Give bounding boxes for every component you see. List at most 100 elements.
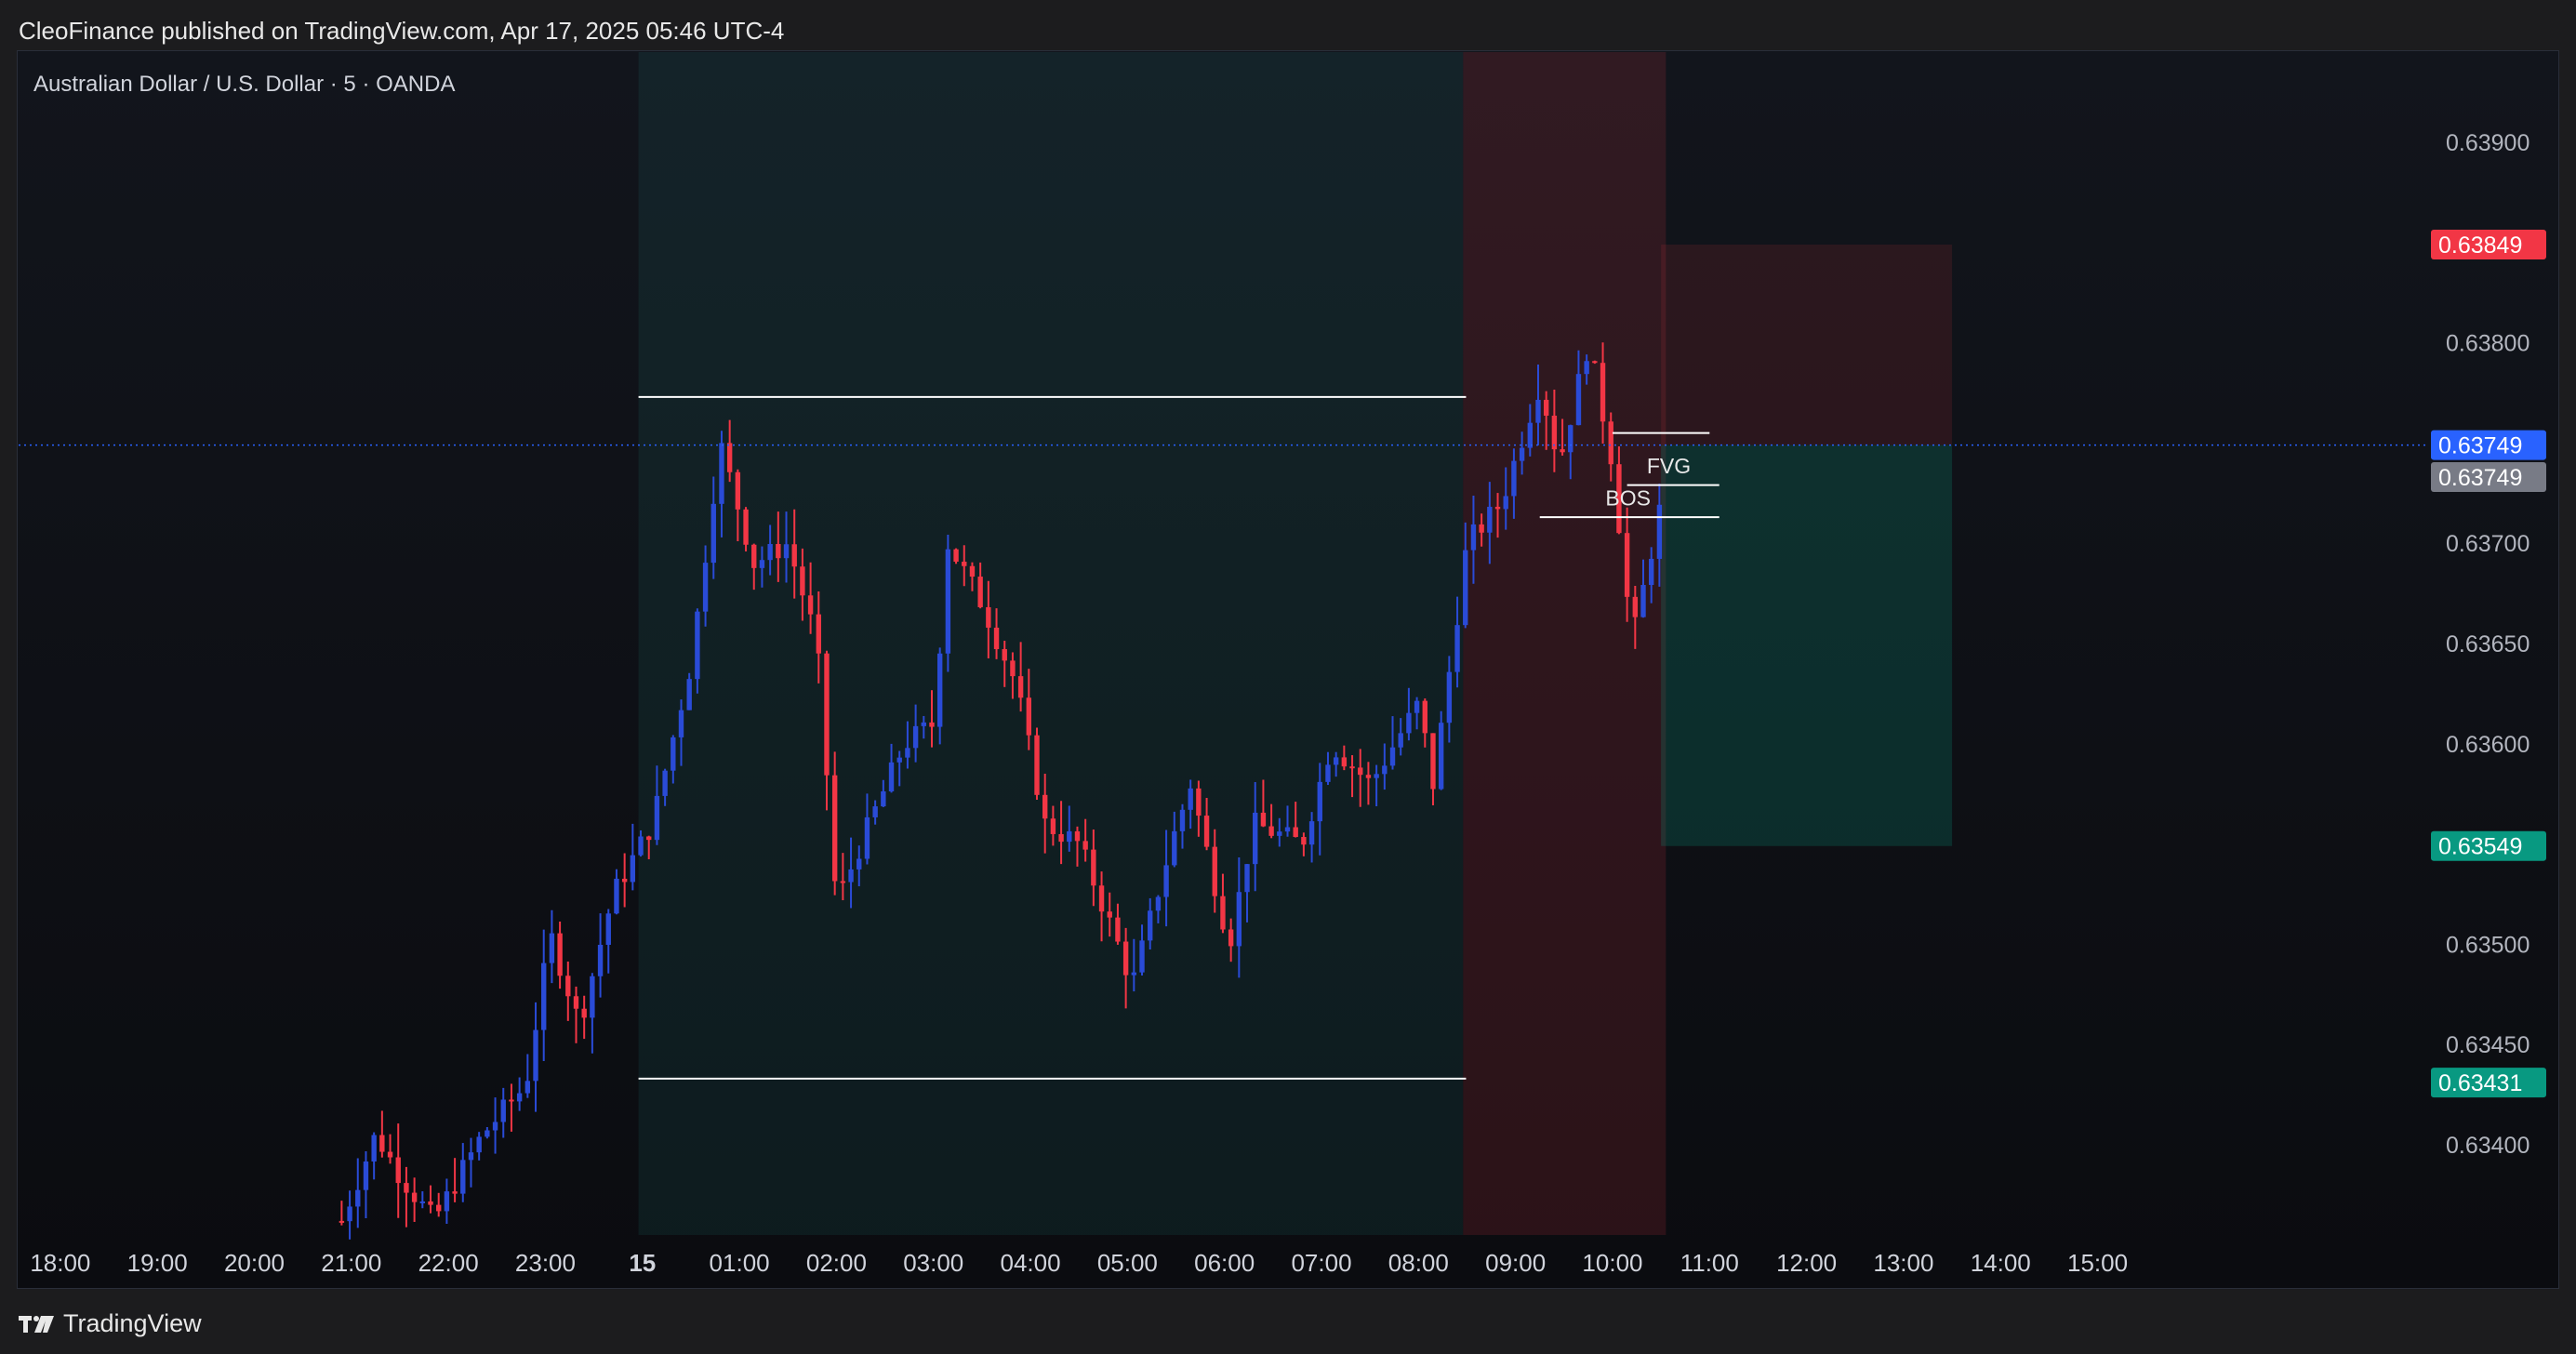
candle-body[interactable] <box>1608 421 1613 465</box>
candle-body[interactable] <box>646 836 652 841</box>
candle-body[interactable] <box>953 549 959 562</box>
candle-body[interactable] <box>1131 972 1137 976</box>
candle-body[interactable] <box>929 722 935 727</box>
candle-body[interactable] <box>1543 399 1549 416</box>
candle-body[interactable] <box>492 1122 498 1131</box>
candle-body[interactable] <box>969 565 976 577</box>
candle-body[interactable] <box>993 627 1000 650</box>
candle-body[interactable] <box>1382 765 1388 775</box>
position-target-zone[interactable] <box>1661 445 1953 846</box>
candle-body[interactable] <box>1640 585 1646 617</box>
candle-body[interactable] <box>912 725 919 749</box>
candle-body[interactable] <box>1155 896 1162 911</box>
candle-body[interactable] <box>363 1161 369 1190</box>
candle-body[interactable] <box>759 560 765 568</box>
candle-body[interactable] <box>379 1135 385 1152</box>
candle-body[interactable] <box>1535 399 1541 423</box>
candle-body[interactable] <box>1260 812 1267 827</box>
candle-body[interactable] <box>516 1093 523 1102</box>
candle-body[interactable] <box>710 503 716 564</box>
candle-body[interactable] <box>1268 826 1274 836</box>
candle-body[interactable] <box>1042 794 1048 819</box>
candle-body[interactable] <box>541 962 547 1030</box>
candle-body[interactable] <box>1244 864 1250 893</box>
candle-body[interactable] <box>1494 506 1501 510</box>
candle-body[interactable] <box>848 869 854 883</box>
candle-body[interactable] <box>1284 827 1291 832</box>
candle-body[interactable] <box>1487 506 1493 533</box>
candle-body[interactable] <box>1026 697 1032 736</box>
candle-body[interactable] <box>726 443 733 472</box>
candle-body[interactable] <box>776 543 781 559</box>
candle-body[interactable] <box>1454 625 1460 672</box>
candle-body[interactable] <box>1600 363 1606 422</box>
candle-body[interactable] <box>411 1192 418 1202</box>
candle-body[interactable] <box>1308 821 1315 845</box>
candle-body[interactable] <box>751 544 757 568</box>
candle-body[interactable] <box>1002 649 1007 661</box>
candle-body[interactable] <box>824 653 830 776</box>
candle-body[interactable] <box>1301 837 1307 845</box>
candle-body[interactable] <box>1463 550 1468 626</box>
candle-body[interactable] <box>695 611 700 680</box>
candle-body[interactable] <box>485 1130 490 1137</box>
candle-body[interactable] <box>783 544 790 559</box>
candle-body[interactable] <box>1632 596 1639 617</box>
candle-body[interactable] <box>1649 558 1654 586</box>
candle-body[interactable] <box>1365 775 1372 778</box>
candle-body[interactable] <box>1438 723 1444 790</box>
candle-body[interactable] <box>1188 788 1193 810</box>
candle-body[interactable] <box>807 595 814 615</box>
candle-body[interactable] <box>654 795 660 841</box>
candle-body[interactable] <box>1349 766 1355 769</box>
candle-body[interactable] <box>1082 841 1088 850</box>
candle-body[interactable] <box>1010 660 1016 677</box>
candle-body[interactable] <box>355 1189 361 1207</box>
candle-body[interactable] <box>581 1008 587 1018</box>
candle-body[interactable] <box>395 1157 401 1184</box>
candle-body[interactable] <box>605 913 611 946</box>
candle-body[interactable] <box>767 543 773 561</box>
candle-body[interactable] <box>977 577 983 607</box>
candle-body[interactable] <box>1560 449 1565 453</box>
candle-body[interactable] <box>1341 757 1348 767</box>
candle-body[interactable] <box>702 563 709 612</box>
candle-body[interactable] <box>1098 885 1105 912</box>
candle-body[interactable] <box>1163 865 1169 897</box>
candle-body[interactable] <box>509 1099 514 1102</box>
candle-body[interactable] <box>686 679 692 710</box>
candle-body[interactable] <box>1293 827 1298 838</box>
candle-body[interactable] <box>1317 781 1322 822</box>
candle-body[interactable] <box>452 1191 458 1194</box>
candle-body[interactable] <box>614 878 619 914</box>
candle-body[interactable] <box>671 737 676 771</box>
candle-body[interactable] <box>533 1029 538 1082</box>
candle-body[interactable] <box>743 509 749 545</box>
candle-body[interactable] <box>339 1220 345 1223</box>
candle-body[interactable] <box>1398 733 1403 748</box>
candle-body[interactable] <box>436 1204 442 1212</box>
candle-body[interactable] <box>1551 415 1558 450</box>
candle-body[interactable] <box>1446 671 1453 723</box>
candle-body[interactable] <box>630 855 636 883</box>
candle-body[interactable] <box>1253 812 1258 865</box>
candle-body[interactable] <box>1584 361 1589 375</box>
candle-body[interactable] <box>1358 767 1363 776</box>
candle-body[interactable] <box>1325 764 1331 782</box>
candle-body[interactable] <box>1479 524 1484 533</box>
candle-body[interactable] <box>371 1135 377 1162</box>
candle-body[interactable] <box>590 976 595 1018</box>
candle-body[interactable] <box>936 653 943 727</box>
candle-body[interactable] <box>1074 830 1081 842</box>
candle-body[interactable] <box>1568 425 1573 453</box>
candle-body[interactable] <box>1050 818 1056 834</box>
candle-body[interactable] <box>986 606 991 628</box>
candle-body[interactable] <box>1389 747 1396 766</box>
candle-body[interactable] <box>831 775 838 882</box>
candle-body[interactable] <box>1058 833 1064 843</box>
candle-body[interactable] <box>573 996 579 1009</box>
candle-body[interactable] <box>1139 940 1145 973</box>
candle-body[interactable] <box>864 816 870 859</box>
candle-body[interactable] <box>1277 831 1282 836</box>
candle-body[interactable] <box>888 762 895 791</box>
